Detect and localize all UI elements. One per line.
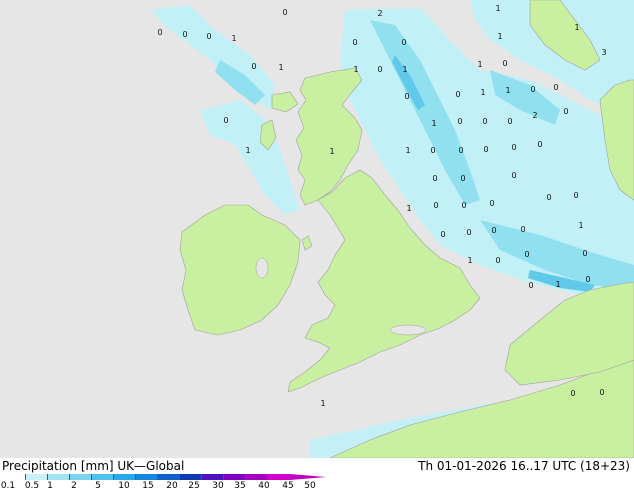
map-title: Precipitation [mm] UK—Global: [2, 459, 185, 473]
precip-value-label: 1: [231, 34, 236, 43]
precip-value-label: 1: [495, 4, 500, 13]
precip-value-label: 0: [404, 92, 409, 101]
precip-value-label: 2: [377, 9, 382, 18]
precip-value-label: 3: [601, 48, 606, 57]
precip-value-label: 0: [528, 281, 533, 290]
precip-value-label: 1: [574, 23, 579, 32]
precip-value-label: 0: [430, 146, 435, 155]
precip-value-label: 0: [563, 107, 568, 116]
precip-value-label: 0: [599, 388, 604, 397]
precip-value-label: 0: [570, 389, 575, 398]
legend-swatch: [26, 474, 48, 480]
precip-value-label: 0: [507, 117, 512, 126]
map-footer: Precipitation [mm] UK—Global Th 01-01-20…: [0, 458, 634, 491]
precip-value-label: 0: [461, 201, 466, 210]
precip-value-label: 0: [546, 193, 551, 202]
precip-value-label: 0: [457, 117, 462, 126]
precip-value-label: 1: [497, 32, 502, 41]
precip-value-label: 0: [432, 174, 437, 183]
legend-swatch: [48, 474, 70, 480]
precip-value-label: 0: [502, 59, 507, 68]
precip-value-label: 0: [511, 171, 516, 180]
forecast-time: Th 01-01-2026 16..17 UTC (18+23): [418, 459, 630, 473]
precip-value-label: 0: [466, 228, 471, 237]
legend-swatch: [158, 474, 180, 480]
precip-value-label: 0: [440, 230, 445, 239]
precip-value-label: 0: [182, 30, 187, 39]
precip-value-label: 0: [157, 28, 162, 37]
legend-swatch: [114, 474, 136, 480]
legend-swatch: [202, 474, 224, 480]
precip-value-label: 1: [477, 60, 482, 69]
precip-value-label: 1: [353, 65, 358, 74]
precip-value-label: 0: [537, 140, 542, 149]
precip-value-label: 0: [460, 174, 465, 183]
legend-swatch: [70, 474, 92, 480]
precip-value-label: 0: [455, 90, 460, 99]
precip-value-label: 1: [402, 65, 407, 74]
precip-value-label: 1: [555, 280, 560, 289]
precip-value-label: 0: [582, 249, 587, 258]
precip-value-label: 0: [377, 65, 382, 74]
precip-value-label: 1: [467, 256, 472, 265]
precip-value-label: 0: [520, 225, 525, 234]
precip-value-label: 0: [524, 250, 529, 259]
legend-arrow: [290, 474, 326, 480]
precip-value-label: 0: [206, 32, 211, 41]
precip-value-label: 1: [320, 399, 325, 408]
precip-value-label: 2: [532, 111, 537, 120]
legend-swatch: [246, 474, 268, 480]
precip-value-label: 0: [223, 116, 228, 125]
precip-value-label: 0: [553, 83, 558, 92]
precip-value-label: 0: [495, 256, 500, 265]
precip-value-label: 0: [573, 191, 578, 200]
map-canvas: 0 0 0 1 0 2 1 1 0 0 0 1 1 0 1 0 1 1 3 0 1 1 0 2 0 0 0 0 1 0 0 0 1 0 0 0 0 0 1 1…: [0, 0, 634, 458]
precip-value-label: 0: [491, 226, 496, 235]
precip-value-label: 1: [578, 221, 583, 230]
precip-value-label: 0: [530, 85, 535, 94]
precip-value-label: 1: [406, 204, 411, 213]
precip-value-label: 0: [352, 38, 357, 47]
precip-value-label: 0: [458, 146, 463, 155]
precip-value-label: 1: [505, 86, 510, 95]
precip-value-label: 1: [329, 147, 334, 156]
precip-value-label: 1: [278, 63, 283, 72]
lake-2: [255, 257, 269, 279]
legend-swatch: [268, 474, 290, 480]
legend-swatch: [224, 474, 246, 480]
precip-value-label: 1: [405, 146, 410, 155]
precip-value-label: 0: [282, 8, 287, 17]
precip-value-label: 0: [433, 201, 438, 210]
legend-swatch: [136, 474, 158, 480]
precipitation-map: 0 0 0 1 0 2 1 1 0 0 0 1 1 0 1 0 1 1 3 0 1 1 0 2 0 0 0 0 1 0 0 0 1 0 0 0 0 0 1 1…: [0, 0, 634, 458]
precip-value-label: 0: [483, 145, 488, 154]
precip-value-label: 1: [480, 88, 485, 97]
precip-value-label: 0: [489, 199, 494, 208]
precip-value-label: 0: [251, 62, 256, 71]
legend-swatch: [4, 474, 26, 480]
precip-value-label: 0: [482, 117, 487, 126]
lake-1: [389, 324, 427, 336]
precip-value-label: 1: [431, 119, 436, 128]
precip-value-label: 0: [585, 275, 590, 284]
legend-swatch: [180, 474, 202, 480]
precip-value-label: 0: [511, 143, 516, 152]
precip-value-label: 0: [401, 38, 406, 47]
legend-swatch: [92, 474, 114, 480]
precip-value-label: 1: [245, 146, 250, 155]
legend-colorbar: [4, 474, 290, 480]
